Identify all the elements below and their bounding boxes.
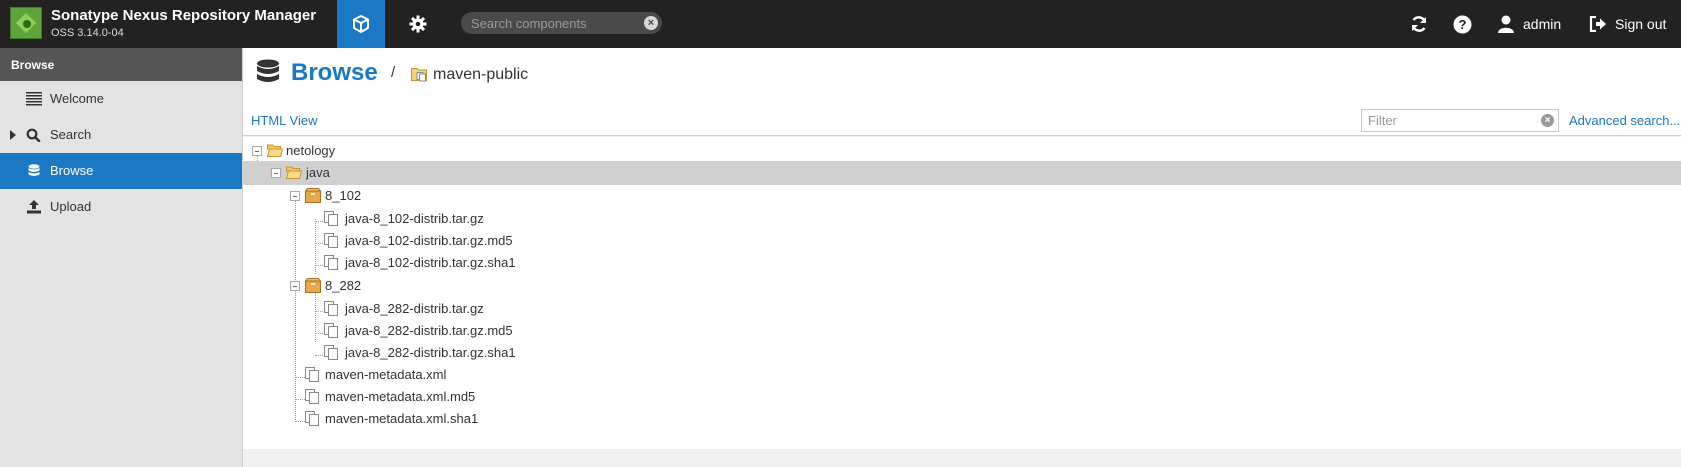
tree-row[interactable]: java-8_102-distrib.tar.gz.md5 <box>243 229 1681 253</box>
refresh-button[interactable] <box>1409 0 1431 48</box>
user-account-button[interactable]: admin <box>1498 0 1561 48</box>
tree-node-label: java-8_282-distrib.tar.gz.md5 <box>345 323 513 338</box>
tree-node-label: java <box>306 165 330 180</box>
file-copy-icon <box>324 211 338 226</box>
collapse-toggle-icon[interactable] <box>252 146 262 156</box>
html-view-link[interactable]: HTML View <box>251 113 317 128</box>
sidebar-item-search[interactable]: Search <box>0 117 242 153</box>
gear-icon <box>409 15 427 33</box>
tree-node-label: 8_102 <box>325 188 362 203</box>
help-button[interactable]: ? <box>1453 0 1475 48</box>
sign-out-icon <box>1589 16 1606 32</box>
browse-mode-button[interactable] <box>337 0 385 48</box>
list-icon <box>26 92 42 106</box>
tree-row[interactable]: 8_102 <box>243 184 1681 208</box>
file-copy-icon <box>324 233 338 248</box>
sidebar-item-browse[interactable]: Browse <box>0 153 242 189</box>
app-title: Sonatype Nexus Repository Manager <box>51 7 317 24</box>
sidebar-item-welcome[interactable]: Welcome <box>0 81 242 117</box>
collapse-toggle-icon[interactable] <box>290 191 300 201</box>
question-circle-icon: ? <box>1453 15 1472 33</box>
database-icon <box>28 164 40 176</box>
tree-row[interactable]: maven-metadata.xml.sha1 <box>243 407 1681 431</box>
nexus-logo <box>10 7 42 39</box>
file-copy-icon <box>324 323 338 338</box>
component-box-icon <box>305 188 321 203</box>
repository-group-icon <box>411 68 427 82</box>
tree-node-label: netology <box>286 143 336 158</box>
tree-row[interactable]: maven-metadata.xml <box>243 363 1681 387</box>
filter-input[interactable] <box>1368 113 1533 128</box>
filter-box: × <box>1361 109 1559 132</box>
folder-open-icon <box>286 166 302 179</box>
sidebar-item-label: Welcome <box>50 91 104 106</box>
component-search: × <box>461 12 662 34</box>
sidebar-item-label: Search <box>50 127 92 142</box>
top-header: Sonatype Nexus Repository Manager OSS 3.… <box>0 0 1681 48</box>
file-copy-icon <box>324 345 338 360</box>
expand-arrow-icon[interactable] <box>10 130 16 140</box>
search-icon <box>26 128 41 142</box>
sidebar-item-label: Browse <box>50 163 94 178</box>
tree-row[interactable]: java-8_102-distrib.tar.gz <box>243 207 1681 231</box>
signout-label: Sign out <box>1615 16 1667 32</box>
breadcrumb-separator: / <box>391 64 396 81</box>
administration-mode-button[interactable] <box>394 0 442 48</box>
tree-node-label: java-8_102-distrib.tar.gz.sha1 <box>345 255 516 270</box>
app-version: OSS 3.14.0-04 <box>51 27 124 39</box>
search-components-input[interactable] <box>471 15 641 31</box>
sidebar-item-label: Upload <box>50 199 92 214</box>
database-icon <box>257 59 279 82</box>
user-icon <box>1498 15 1514 33</box>
bottom-strip <box>243 449 1681 467</box>
tree-node-label: maven-metadata.xml <box>325 367 447 382</box>
tree-row[interactable]: java-8_282-distrib.tar.gz.md5 <box>243 319 1681 343</box>
tree-row[interactable]: netology <box>243 139 1681 163</box>
sidebar: Browse Welcome Search Browse Upload <box>0 48 243 467</box>
folder-open-icon <box>267 144 283 157</box>
signout-button[interactable]: Sign out <box>1589 0 1666 48</box>
file-copy-icon <box>324 255 338 270</box>
component-box-icon <box>305 278 321 293</box>
tree-row[interactable]: java-8_282-distrib.tar.gz.sha1 <box>243 341 1681 365</box>
svg-text:?: ? <box>1459 17 1467 32</box>
collapse-toggle-icon[interactable] <box>271 168 281 178</box>
search-clear-icon[interactable]: × <box>644 16 658 30</box>
page-title: Browse <box>291 59 378 86</box>
tree-node-label: java-8_282-distrib.tar.gz.sha1 <box>345 345 516 360</box>
tree-node-label: 8_282 <box>325 278 362 293</box>
tree-row[interactable]: java-8_282-distrib.tar.gz <box>243 297 1681 321</box>
tree-node-label: maven-metadata.xml.md5 <box>325 389 476 404</box>
tree-row[interactable]: java <box>243 161 1681 185</box>
sidebar-item-upload[interactable]: Upload <box>0 189 242 225</box>
browse-toolbar: HTML View × Advanced search... <box>243 102 1681 136</box>
sidebar-header: Browse <box>0 48 242 81</box>
filter-clear-icon[interactable]: × <box>1541 114 1554 127</box>
title-bar: Browse / maven-public <box>243 48 1681 102</box>
upload-icon <box>27 200 41 214</box>
file-copy-icon <box>305 411 319 426</box>
main-panel: Browse / maven-public HTML View × Advanc… <box>243 48 1681 467</box>
tree-node-label: java-8_102-distrib.tar.gz.md5 <box>345 233 513 248</box>
tree-node-label: java-8_102-distrib.tar.gz <box>345 211 484 226</box>
file-copy-icon <box>305 389 319 404</box>
repository-name: maven-public <box>433 66 529 83</box>
refresh-icon <box>1411 16 1427 32</box>
collapse-toggle-icon[interactable] <box>290 281 300 291</box>
browse-tree: netology java 8_102 java-8_102-distrib.t… <box>243 137 1681 449</box>
tree-row[interactable]: java-8_102-distrib.tar.gz.sha1 <box>243 251 1681 275</box>
advanced-search-link[interactable]: Advanced search... <box>1569 113 1680 128</box>
file-copy-icon <box>324 301 338 316</box>
tree-row[interactable]: 8_282 <box>243 274 1681 298</box>
tree-node-label: maven-metadata.xml.sha1 <box>325 411 479 426</box>
tree-node-label: java-8_282-distrib.tar.gz <box>345 301 484 316</box>
file-copy-icon <box>305 367 319 382</box>
username-label: admin <box>1523 16 1562 32</box>
tree-row[interactable]: maven-metadata.xml.md5 <box>243 385 1681 409</box>
cube-icon <box>353 15 369 33</box>
